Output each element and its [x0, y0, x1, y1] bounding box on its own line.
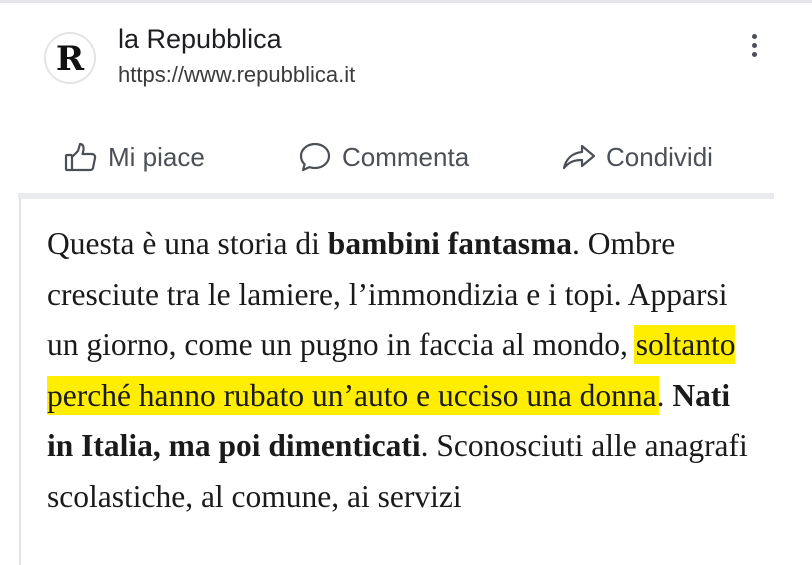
text-segment: Questa è una storia di — [47, 226, 328, 261]
like-label: Mi piace — [108, 141, 205, 172]
comment-bubble-icon — [299, 142, 331, 172]
more-vertical-icon[interactable] — [742, 28, 766, 62]
page-name[interactable]: la Repubblica — [118, 24, 282, 55]
share-label: Condividi — [606, 141, 713, 172]
thumbs-up-icon — [64, 142, 97, 172]
share-button[interactable]: Condividi — [562, 141, 713, 173]
page-url[interactable]: https://www.repubblica.it — [118, 62, 355, 88]
post-actions: Mi piace Commenta Condividi — [0, 133, 812, 187]
bold-text-segment: bambini fantasma — [327, 226, 572, 261]
share-arrow-icon — [562, 144, 596, 170]
like-button[interactable]: Mi piace — [64, 141, 205, 173]
avatar-letter: R — [55, 39, 85, 79]
page-avatar[interactable]: R — [44, 32, 96, 84]
article-text: Questa è una storia di bambini fantasma.… — [47, 219, 763, 522]
article-preview[interactable]: Questa è una storia di bambini fantasma.… — [19, 199, 773, 565]
post-header: R la Repubblica https://www.repubblica.i… — [0, 0, 812, 120]
text-segment: . — [656, 377, 673, 413]
comment-label: Commenta — [342, 141, 470, 172]
comment-button[interactable]: Commenta — [298, 141, 469, 173]
